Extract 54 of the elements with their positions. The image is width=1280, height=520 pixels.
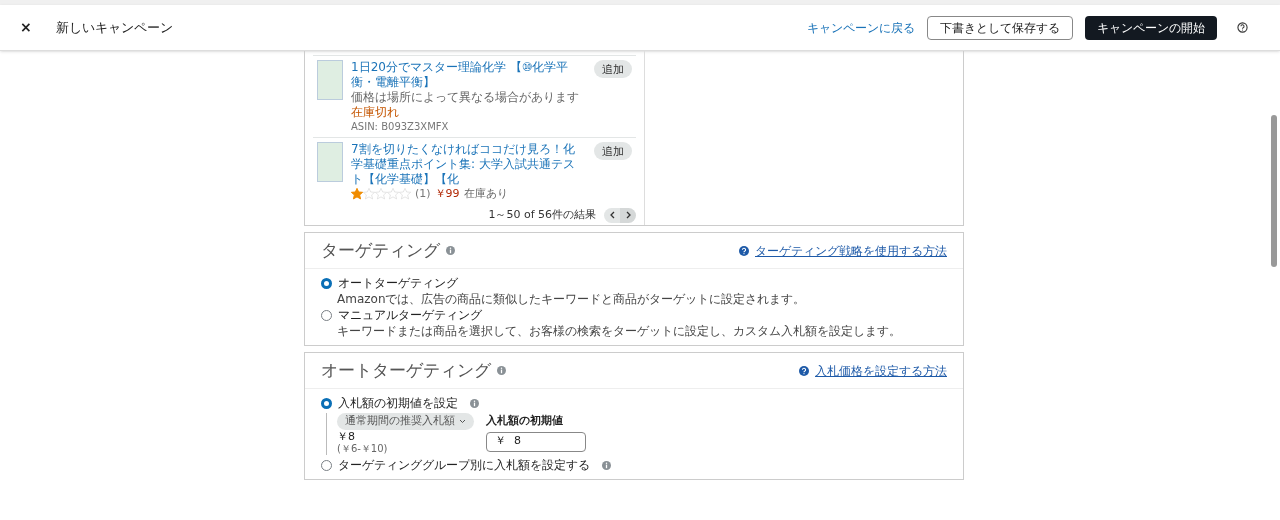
next-page-button[interactable] [620,207,636,223]
option-description: Amazonでは、広告の商品に類似したキーワードと商品がターゲットに設定されます。 [337,291,807,307]
section-title: オートターゲティング [321,358,491,382]
empty-star-icon [375,188,387,200]
chevron-left-icon [609,211,615,219]
chevron-right-icon [625,211,631,219]
product-title-link[interactable]: 7割を切りたくなければココだけ見ろ！化学基礎重点ポイント集: 大学入試共通テスト【化学基礎】【化 [351,142,586,187]
option-label[interactable]: 入札額の初期値を設定 [338,395,458,411]
bid-range: (￥6-￥10) [337,443,389,455]
help-icon[interactable] [1237,22,1248,33]
help-icon [739,245,749,256]
asin-text: ASIN: B093Z3XMFX [351,120,450,133]
stock-status: 在庫切れ [351,105,399,120]
option-label[interactable]: ターゲティンググループ別に入札額を設定する [338,457,590,473]
help-icon [799,365,809,376]
start-campaign-button[interactable]: キャンペーンの開始 [1085,15,1217,40]
product-title-link[interactable]: 1日20分でマスター理論化学 【⑩化学平衡・電離平衡】 [351,60,586,90]
empty-star-icon [399,188,411,200]
previous-page-button[interactable] [604,207,620,223]
radio-button[interactable] [321,277,332,289]
help-link[interactable]: 入札価格を設定する方法 [815,361,947,380]
radio-button[interactable] [321,309,332,321]
book-cover-placeholder [317,60,343,100]
field-label: 入札額の初期値 [486,413,564,429]
bid-input-field[interactable]: ￥ 8 [486,431,586,452]
option-label[interactable]: オートターゲティング [338,275,458,291]
scrollbar[interactable] [1271,115,1277,267]
price-note: 価格は場所によって異なる場合があります [351,90,579,105]
add-button[interactable]: 追加 [594,60,632,78]
close-button[interactable]: × [20,17,32,38]
info-icon [497,366,506,375]
section-title: ターゲティング [321,238,440,262]
info-icon [602,460,611,470]
info-icon [446,246,455,255]
suggested-bid: ￥8 [337,430,356,443]
option-label[interactable]: マニュアルターゲティング [338,307,482,323]
add-button[interactable]: 追加 [594,142,632,160]
stock-status: 在庫あり [463,187,508,201]
save-draft-button[interactable]: 下書きとして保存する [927,15,1073,40]
back-link[interactable]: キャンペーンに戻る [807,18,915,37]
option-description: キーワードまたは商品を選択して、お客様の検索をターゲットに設定し、カスタム入札額を設定します。 [337,323,902,339]
chevron-down-icon [459,419,466,424]
page-title: 新しいキャンペーン [55,18,173,37]
bid-type-dropdown[interactable]: 通常期間の推奨入札額 [337,413,474,430]
empty-star-icon [387,188,399,200]
radio-button[interactable] [321,459,332,471]
price: ￥99 [434,187,460,201]
radio-button[interactable] [321,397,332,409]
info-icon [470,398,479,408]
book-cover-placeholder [317,142,343,182]
filled-star-icon [351,188,363,200]
review-count: (1) [415,187,431,201]
help-link[interactable]: ターゲティング戦略を使用する方法 [755,241,947,260]
pagination-text: 1～50 of 56件の結果 [488,206,596,223]
